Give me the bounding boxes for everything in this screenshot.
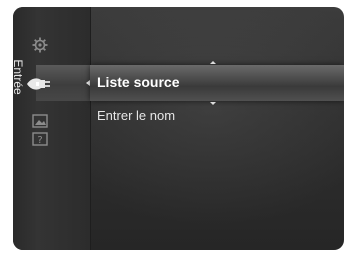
category-label: Entrée xyxy=(13,59,25,95)
menu-item-liste-source[interactable]: Liste source xyxy=(97,74,179,90)
help-icon[interactable]: ? xyxy=(31,131,49,147)
svg-text:?: ? xyxy=(37,135,42,146)
gear-icon[interactable] xyxy=(31,37,49,53)
scroll-down-arrow-icon[interactable] xyxy=(210,102,216,105)
menu-item-entrer-le-nom[interactable]: Entrer le nom xyxy=(97,108,175,123)
picture-icon[interactable] xyxy=(31,113,49,129)
scroll-up-arrow-icon[interactable] xyxy=(210,61,216,64)
tv-menu-panel: Entrée ? Liste source Entrer le nom xyxy=(13,7,344,250)
input-plug-icon[interactable] xyxy=(25,73,55,95)
